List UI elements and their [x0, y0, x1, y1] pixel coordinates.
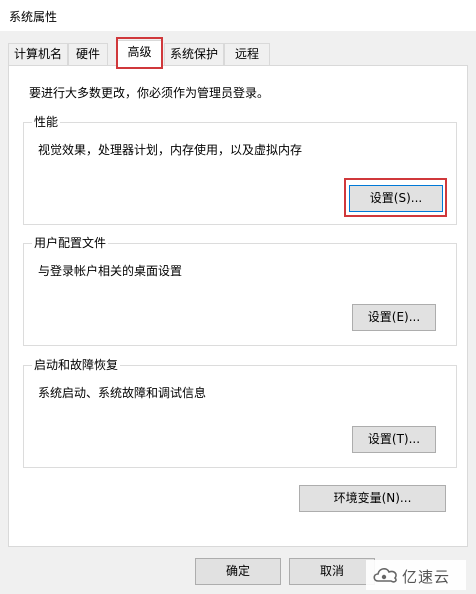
startup-recovery-settings-button[interactable]: 设置(T)... — [352, 426, 436, 453]
tab-panel-advanced: 要进行大多数更改，你必须作为管理员登录。 性能 视觉效果，处理器计划，内存使用，… — [8, 65, 468, 547]
startup-recovery-title: 启动和故障恢复 — [32, 358, 121, 372]
watermark: 亿速云 — [366, 560, 466, 590]
startup-recovery-group: 启动和故障恢复 系统启动、系统故障和调试信息 设置(T)... — [23, 358, 457, 468]
tab-advanced[interactable]: 高级 — [117, 40, 162, 67]
user-profiles-title: 用户配置文件 — [32, 236, 109, 250]
cloud-logo-icon — [373, 568, 397, 583]
admin-notice: 要进行大多数更改，你必须作为管理员登录。 — [29, 86, 270, 100]
tab-system-protection[interactable]: 系统保护 — [164, 43, 224, 66]
window-title: 系统属性 — [9, 10, 58, 24]
user-profiles-group: 用户配置文件 与登录帐户相关的桌面设置 设置(E)... — [23, 236, 457, 346]
tab-computer-name[interactable]: 计算机名 — [8, 43, 68, 66]
performance-settings-button[interactable]: 设置(S)... — [349, 185, 443, 212]
tab-hardware[interactable]: 硬件 — [68, 43, 108, 66]
environment-variables-button[interactable]: 环境变量(N)... — [299, 485, 446, 512]
title-bar: 系统属性 — [0, 0, 476, 31]
performance-group: 性能 视觉效果，处理器计划，内存使用，以及虚拟内存 设置(S)... — [23, 115, 457, 225]
tab-remote[interactable]: 远程 — [224, 43, 270, 66]
watermark-text: 亿速云 — [402, 568, 451, 586]
performance-title: 性能 — [32, 115, 61, 129]
ok-button[interactable]: 确定 — [195, 558, 281, 585]
startup-recovery-description: 系统启动、系统故障和调试信息 — [38, 386, 207, 400]
cancel-button[interactable]: 取消 — [289, 558, 375, 585]
user-profiles-settings-button[interactable]: 设置(E)... — [352, 304, 436, 331]
performance-description: 视觉效果，处理器计划，内存使用，以及虚拟内存 — [38, 143, 303, 157]
user-profiles-description: 与登录帐户相关的桌面设置 — [38, 264, 183, 278]
tab-strip: 计算机名 硬件 高级 系统保护 远程 — [0, 40, 476, 67]
